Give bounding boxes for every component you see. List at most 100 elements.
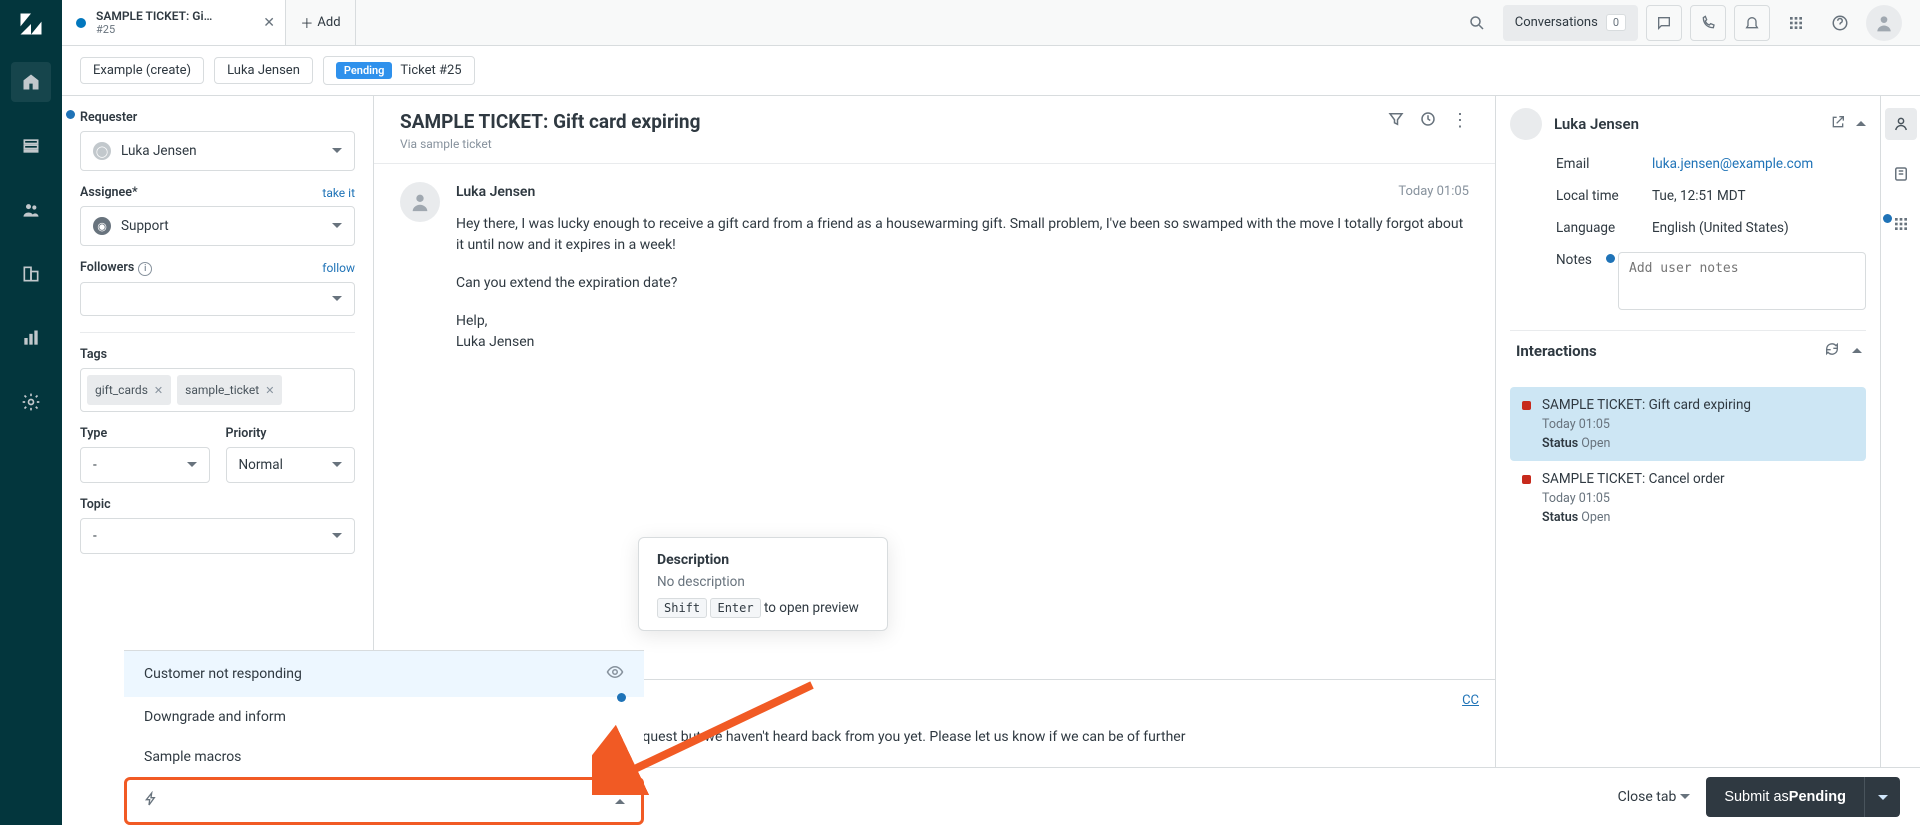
macro-picker: Customer not responding Downgrade and in… bbox=[124, 650, 644, 825]
breadcrumb-ticket[interactable]: Pending Ticket #25 bbox=[323, 56, 475, 85]
message-avatar bbox=[400, 182, 440, 222]
requester-select[interactable]: ◯Luka Jensen bbox=[80, 131, 355, 171]
message-body-line: Help, bbox=[456, 311, 1469, 333]
top-tab-bar: SAMPLE TICKET: Gi… #25 ✕ ＋ Add Conversat… bbox=[62, 0, 1920, 46]
follow-link[interactable]: follow bbox=[322, 261, 355, 275]
tag: sample_ticket✕ bbox=[177, 375, 282, 405]
events-icon[interactable] bbox=[1419, 110, 1437, 132]
macro-item[interactable]: Customer not responding bbox=[124, 651, 644, 697]
localtime-label: Local time bbox=[1556, 188, 1638, 204]
followers-select[interactable] bbox=[80, 282, 355, 316]
nav-home-icon[interactable] bbox=[11, 62, 51, 102]
chat-icon[interactable] bbox=[1646, 5, 1682, 41]
knowledge-icon[interactable] bbox=[1885, 158, 1917, 190]
macro-search-input[interactable] bbox=[171, 793, 603, 809]
chevron-up-icon[interactable] bbox=[615, 792, 625, 811]
breadcrumb-requester[interactable]: Luka Jensen bbox=[214, 57, 313, 84]
message-time: Today 01:05 bbox=[1398, 182, 1469, 204]
plus-icon: ＋ bbox=[300, 13, 313, 32]
user-email[interactable]: luka.jensen@example.com bbox=[1652, 156, 1813, 172]
collapse-icon[interactable] bbox=[1856, 114, 1866, 134]
popover-body: No description bbox=[657, 574, 869, 590]
add-tab-button[interactable]: ＋ Add bbox=[286, 0, 356, 45]
conversations-label: Conversations bbox=[1515, 15, 1598, 30]
type-label: Type bbox=[80, 426, 210, 441]
apps-panel-icon[interactable] bbox=[1885, 208, 1917, 240]
ticket-header: SAMPLE TICKET: Gift card expiring Via sa… bbox=[374, 96, 1495, 164]
tab-close-icon[interactable]: ✕ bbox=[263, 15, 275, 31]
breadcrumb: Example (create) Luka Jensen Pending Tic… bbox=[62, 46, 1920, 95]
popover-hint: Shift Enter to open preview bbox=[657, 600, 869, 616]
user-localtime: Tue, 12:51 MDT bbox=[1652, 188, 1746, 204]
context-panel: Luka Jensen Emailluka.jensen@example.com… bbox=[1496, 95, 1880, 825]
nav-views-icon[interactable] bbox=[11, 126, 51, 166]
open-user-icon[interactable] bbox=[1830, 114, 1846, 134]
user-context-icon[interactable] bbox=[1885, 108, 1917, 140]
tab-title: SAMPLE TICKET: Gi… bbox=[96, 9, 253, 23]
tag: gift_cards✕ bbox=[87, 375, 171, 405]
nav-reporting-icon[interactable] bbox=[11, 318, 51, 358]
conversations-button[interactable]: Conversations 0 bbox=[1503, 5, 1638, 41]
remove-tag-icon[interactable]: ✕ bbox=[154, 384, 163, 397]
submit-status-menu[interactable] bbox=[1864, 777, 1900, 817]
ticket-tab[interactable]: SAMPLE TICKET: Gi… #25 ✕ bbox=[62, 0, 286, 45]
nav-customers-icon[interactable] bbox=[11, 190, 51, 230]
collapse-icon[interactable] bbox=[1852, 341, 1862, 361]
profile-avatar[interactable] bbox=[1866, 5, 1902, 41]
interaction-item[interactable]: SAMPLE TICKET: Cancel order Today 01:05 … bbox=[1510, 461, 1866, 535]
refresh-icon[interactable] bbox=[1824, 341, 1840, 361]
interaction-item[interactable]: SAMPLE TICKET: Gift card expiring Today … bbox=[1510, 387, 1866, 461]
unsaved-indicator-icon bbox=[1883, 214, 1892, 223]
more-actions-icon[interactable]: ⋮ bbox=[1451, 110, 1469, 131]
followers-label: Followers bbox=[80, 260, 134, 275]
topic-select[interactable]: - bbox=[80, 518, 355, 554]
remove-tag-icon[interactable]: ✕ bbox=[265, 384, 274, 397]
chevron-down-icon bbox=[1680, 789, 1690, 805]
phone-icon[interactable] bbox=[1690, 5, 1726, 41]
nav-admin-icon[interactable] bbox=[11, 382, 51, 422]
add-tab-label: Add bbox=[317, 15, 340, 30]
nav-organizations-icon[interactable] bbox=[11, 254, 51, 294]
macro-description-popover: Description No description Shift Enter t… bbox=[638, 537, 888, 631]
priority-select[interactable]: Normal bbox=[226, 447, 356, 483]
info-icon[interactable]: i bbox=[138, 262, 152, 276]
context-side-rail bbox=[1880, 95, 1920, 825]
chevron-down-icon bbox=[332, 291, 342, 307]
close-tab-button[interactable]: Close tab bbox=[1618, 789, 1691, 805]
chevron-down-icon bbox=[332, 457, 342, 473]
search-icon[interactable] bbox=[1459, 5, 1495, 41]
message: Luka Jensen Today 01:05 Hey there, I was… bbox=[374, 164, 1495, 372]
tags-field[interactable]: gift_cards✕ sample_ticket✕ bbox=[80, 368, 355, 412]
macro-item[interactable]: Downgrade and inform bbox=[124, 697, 644, 737]
take-it-link[interactable]: take it bbox=[322, 186, 355, 200]
topic-label: Topic bbox=[80, 497, 355, 512]
apps-grid-icon[interactable] bbox=[1778, 5, 1814, 41]
main-area: SAMPLE TICKET: Gi… #25 ✕ ＋ Add Conversat… bbox=[62, 0, 1920, 825]
group-icon: ◉ bbox=[93, 217, 111, 235]
user-language: English (United States) bbox=[1652, 220, 1789, 236]
chevron-down-icon bbox=[332, 143, 342, 159]
macro-item[interactable]: Sample macros bbox=[124, 737, 644, 777]
preview-icon[interactable] bbox=[606, 663, 624, 685]
ticket-title: SAMPLE TICKET: Gift card expiring bbox=[400, 110, 700, 133]
product-logo bbox=[17, 10, 45, 38]
tab-subtitle: #25 bbox=[96, 23, 253, 36]
unsaved-indicator-icon bbox=[1606, 254, 1615, 263]
chevron-down-icon bbox=[1878, 787, 1888, 806]
add-cc-link[interactable]: CC bbox=[1462, 693, 1479, 708]
requester-label: Requester bbox=[80, 110, 355, 125]
assignee-select[interactable]: ◉Support bbox=[80, 206, 355, 246]
tags-label: Tags bbox=[80, 347, 355, 362]
status-open-icon bbox=[1522, 401, 1531, 410]
notifications-icon[interactable] bbox=[1734, 5, 1770, 41]
filter-icon[interactable] bbox=[1387, 110, 1405, 132]
user-notes-input[interactable] bbox=[1618, 252, 1866, 310]
conversations-count: 0 bbox=[1606, 14, 1626, 31]
help-icon[interactable] bbox=[1822, 5, 1858, 41]
unsaved-indicator-icon bbox=[66, 110, 75, 119]
type-select[interactable]: - bbox=[80, 447, 210, 483]
status-badge: Pending bbox=[336, 62, 393, 79]
interactions-header: Interactions bbox=[1510, 330, 1866, 371]
breadcrumb-example[interactable]: Example (create) bbox=[80, 57, 204, 84]
submit-button[interactable]: Submit as Pending bbox=[1706, 777, 1864, 817]
